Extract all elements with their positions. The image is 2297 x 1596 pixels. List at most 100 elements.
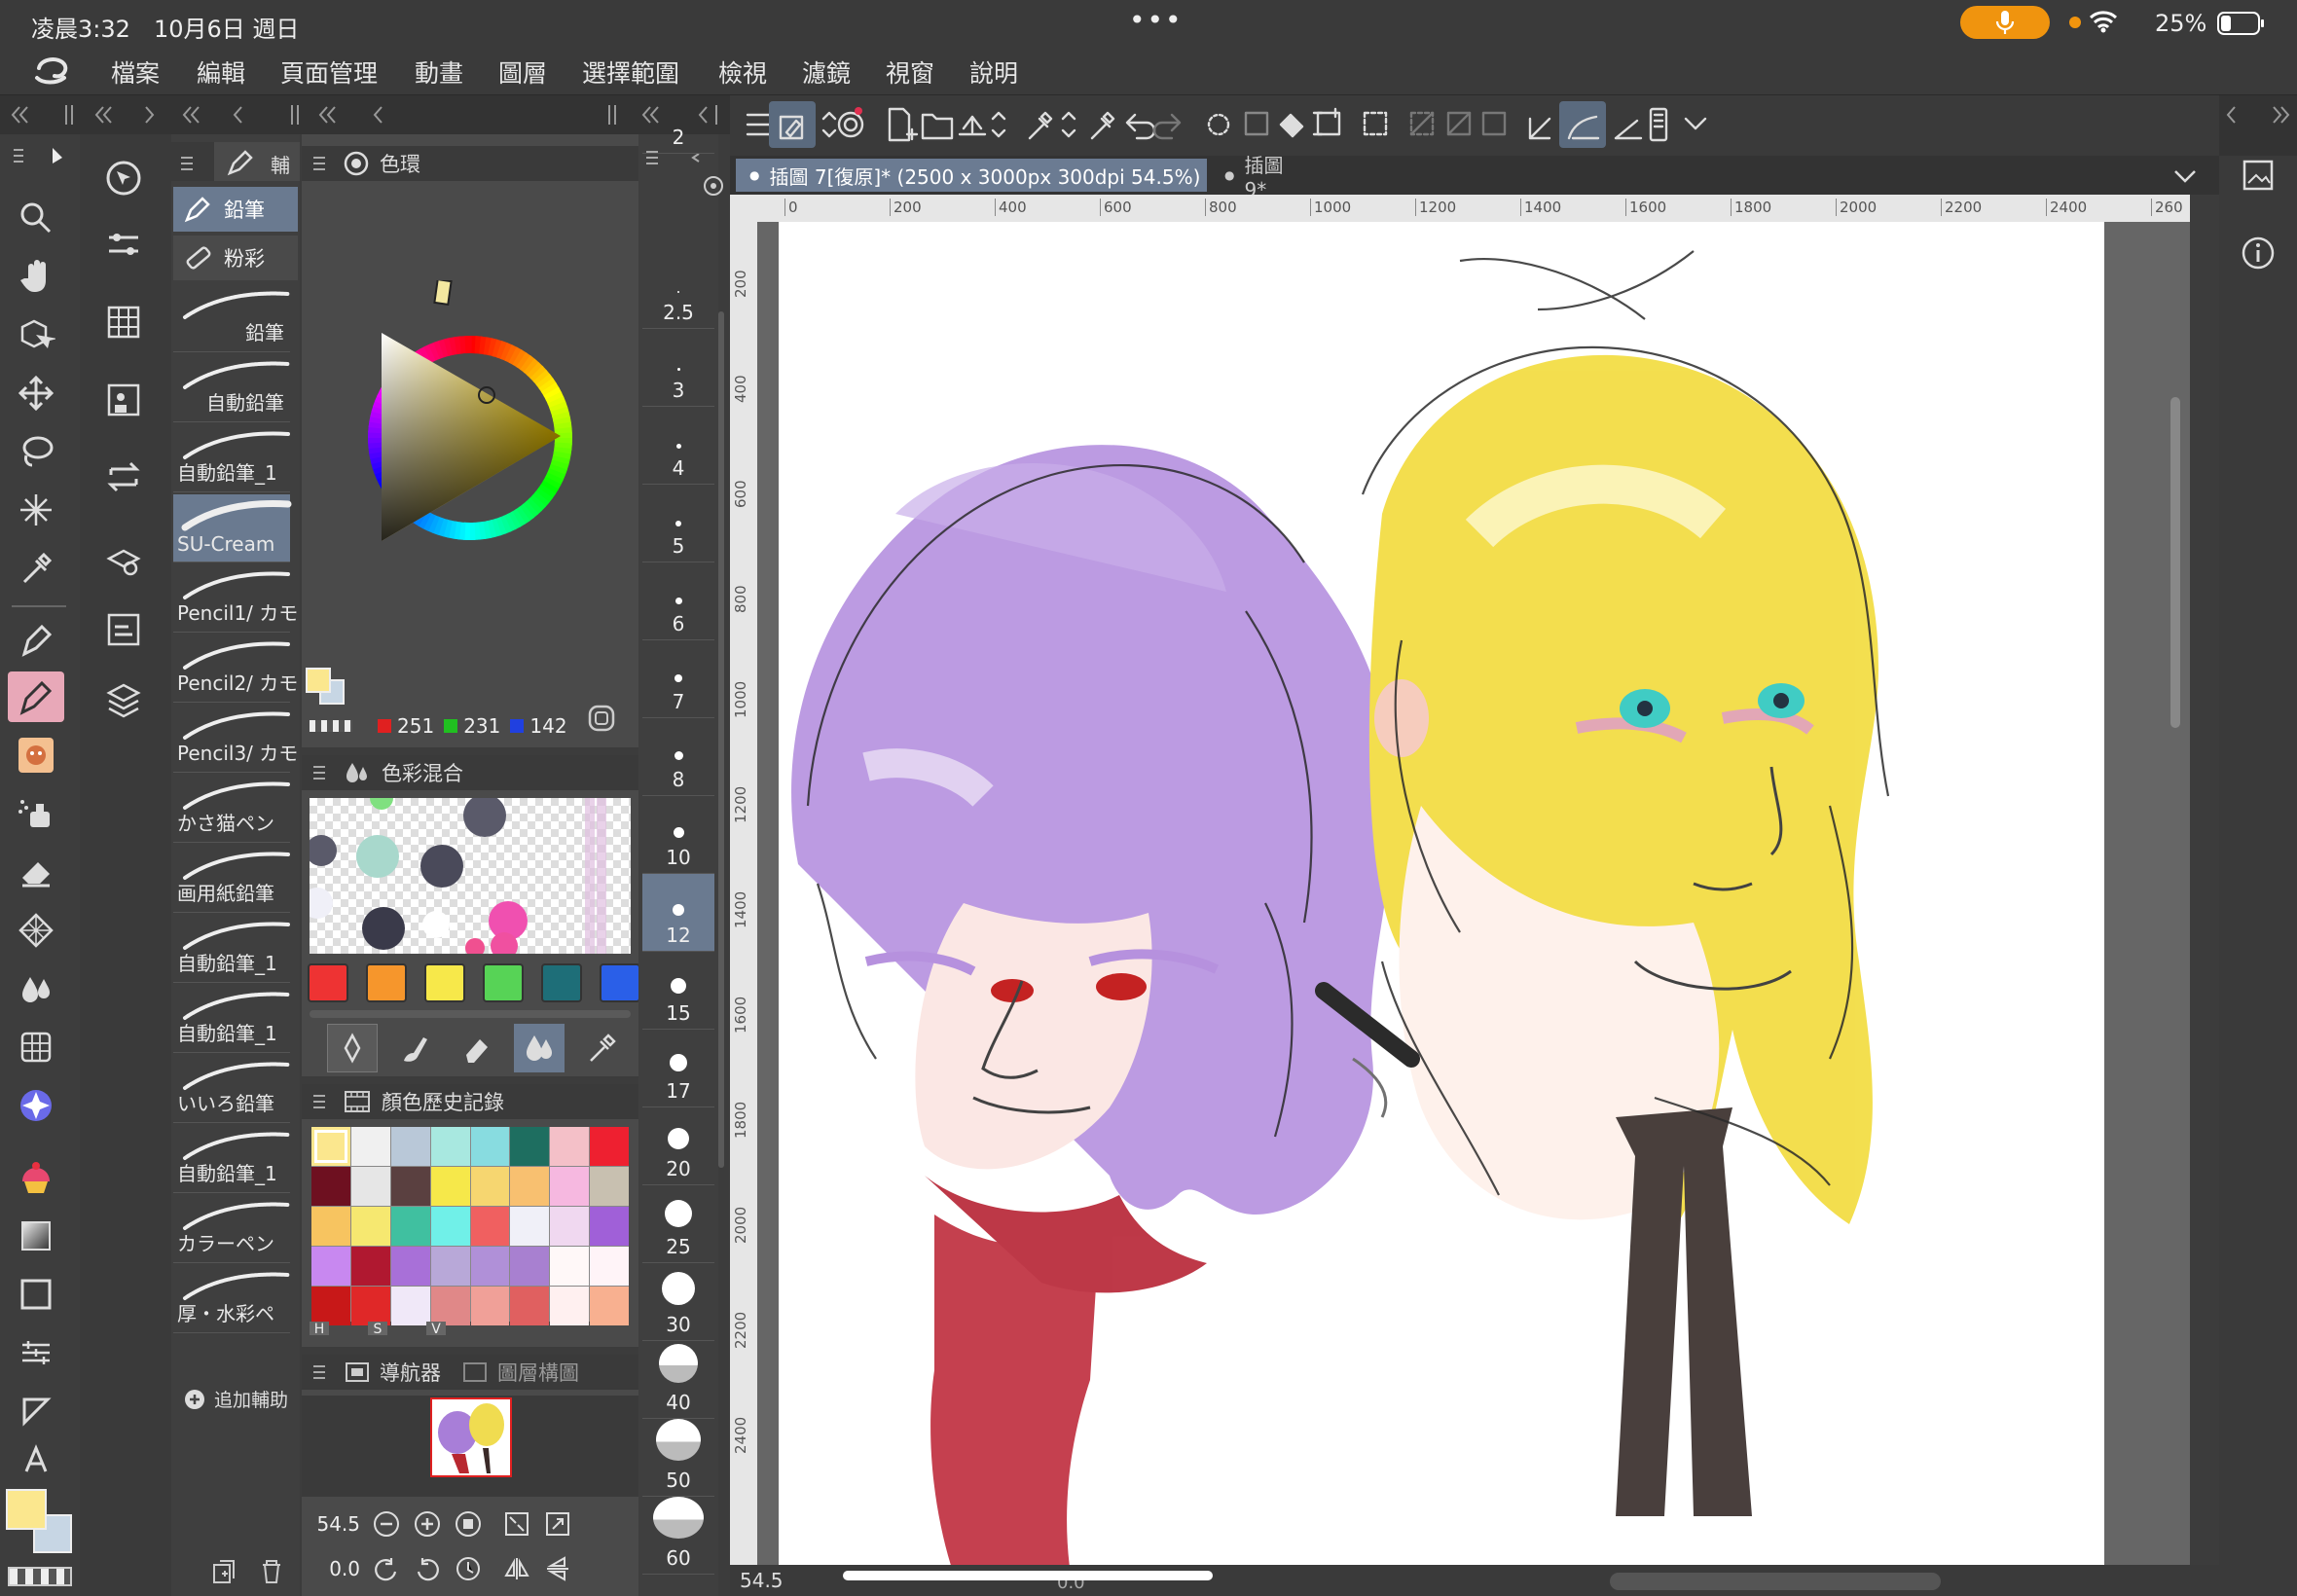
flip-vertical-icon[interactable] xyxy=(543,1554,572,1583)
subtool-item[interactable]: SU-Cream xyxy=(173,494,292,562)
document-tab-active[interactable]: ● 插圖 7[復原]* (2500 x 3000px 300dpi 54.5%) xyxy=(736,159,1207,192)
color-mode-icon[interactable] xyxy=(586,703,617,734)
zoom-tool[interactable] xyxy=(8,193,64,243)
chevron-down-icon[interactable] xyxy=(1684,117,1707,130)
fit-screen-icon[interactable] xyxy=(543,1509,572,1539)
shape-triangle-tool[interactable] xyxy=(8,1386,64,1436)
history-swatch[interactable] xyxy=(390,1247,430,1286)
selection-area-icon[interactable] xyxy=(1363,111,1388,136)
rotate-left-icon[interactable] xyxy=(372,1554,401,1583)
menu-view[interactable]: 檢視 xyxy=(718,54,767,90)
history-swatch[interactable] xyxy=(470,1167,510,1206)
brush-size-item[interactable]: 60 xyxy=(642,1497,714,1575)
menu-help[interactable]: 說明 xyxy=(969,54,1018,90)
status-zoom[interactable]: 54.5 xyxy=(740,1569,784,1592)
brush-size-item[interactable]: 8 xyxy=(642,718,714,796)
layers-icon[interactable] xyxy=(101,675,146,720)
subtool-item[interactable]: Pencil3/ カモ xyxy=(173,705,298,773)
brush-size-item[interactable]: 30 xyxy=(642,1263,714,1341)
mix-brush-tool[interactable] xyxy=(389,1024,440,1072)
canvas-horizontal-scrollbar[interactable] xyxy=(1610,1573,1941,1590)
history-swatch[interactable] xyxy=(430,1287,470,1325)
clear-outside-icon[interactable] xyxy=(1446,111,1472,136)
zoom-actual-icon[interactable] xyxy=(454,1509,483,1539)
drawing-canvas[interactable] xyxy=(779,222,2104,1565)
subtool-item[interactable]: 自動鉛筆 xyxy=(173,354,290,422)
gradient-tool[interactable] xyxy=(8,1211,64,1261)
subtool-item[interactable]: 厚・水彩ペ xyxy=(173,1265,290,1333)
color-mix-canvas[interactable] xyxy=(310,798,631,954)
brush-size-item[interactable]: 20 xyxy=(642,1107,714,1185)
brush-size-item[interactable]: 5 xyxy=(642,485,714,562)
navigator-zoom-value[interactable]: 54.5 xyxy=(310,1512,360,1536)
menu-edit[interactable]: 編輯 xyxy=(197,54,245,90)
brush-size-item[interactable]: 15 xyxy=(642,952,714,1030)
record-icon[interactable] xyxy=(837,111,864,138)
figure-tool[interactable] xyxy=(8,1022,64,1072)
brush-size-scrollbar-thumb[interactable] xyxy=(718,311,724,1168)
subtool-item[interactable]: 画用紙鉛筆 xyxy=(173,845,290,913)
image-panel-icon[interactable] xyxy=(2239,156,2278,195)
rotate-right-icon[interactable] xyxy=(413,1554,442,1583)
subtool-tab-pencil[interactable]: 鉛筆 xyxy=(173,187,298,232)
mix-palette-swatch[interactable] xyxy=(366,963,407,1002)
wheel-main-color[interactable] xyxy=(306,668,331,693)
save-updown-icon[interactable] xyxy=(991,111,1006,138)
hamburger-menu-icon[interactable] xyxy=(746,113,773,136)
history-swatch[interactable] xyxy=(390,1287,430,1325)
eyedropper-tool[interactable] xyxy=(8,543,64,594)
history-swatch[interactable] xyxy=(350,1167,390,1206)
snap-grid-icon[interactable] xyxy=(1614,119,1643,140)
history-swatch[interactable] xyxy=(311,1127,350,1166)
tabs-dropdown-icon[interactable] xyxy=(2172,167,2198,185)
history-swatch[interactable] xyxy=(510,1247,550,1286)
canvas-vertical-scrollbar[interactable] xyxy=(2170,397,2180,728)
history-swatch[interactable] xyxy=(430,1167,470,1206)
multitask-dots[interactable]: ••• xyxy=(1129,4,1184,36)
panel-menu-icon[interactable] xyxy=(311,154,331,173)
main-color-swatch[interactable] xyxy=(6,1489,47,1530)
redo-icon[interactable] xyxy=(1152,113,1182,140)
undo-icon[interactable] xyxy=(1125,113,1156,140)
history-swatch[interactable] xyxy=(510,1287,550,1325)
toggle-updown-icon[interactable] xyxy=(821,111,837,138)
select-all-icon[interactable] xyxy=(1207,113,1230,136)
mix-palette-swatch[interactable] xyxy=(424,963,465,1002)
subtool-item[interactable]: Pencil1/ カモ xyxy=(173,564,298,633)
brush-size-item[interactable]: 2 xyxy=(642,125,714,154)
history-swatch[interactable] xyxy=(350,1287,390,1325)
tool-property-icon[interactable] xyxy=(101,222,146,267)
zoom-in-icon[interactable] xyxy=(413,1509,442,1539)
history-swatch[interactable] xyxy=(350,1207,390,1246)
history-swatch[interactable] xyxy=(550,1287,590,1325)
subtool-item[interactable]: 自動鉛筆_1 xyxy=(173,915,290,983)
menu-layer[interactable]: 圖層 xyxy=(498,54,547,90)
device-settings-icon[interactable] xyxy=(1649,107,1668,142)
layer-property-icon[interactable] xyxy=(101,300,146,345)
collapse-arrows-icon[interactable] xyxy=(0,95,730,134)
subtool-item[interactable]: いいろ鉛筆 xyxy=(173,1055,290,1123)
cream-tool[interactable] xyxy=(8,1152,64,1203)
panel-menu-icon[interactable] xyxy=(311,1362,331,1382)
flip-horizontal-icon[interactable] xyxy=(502,1554,531,1583)
subtool-item[interactable]: 自動鉛筆_1 xyxy=(173,424,290,492)
history-swatch[interactable] xyxy=(390,1207,430,1246)
ruler-tool[interactable] xyxy=(8,1327,64,1378)
subtool-item[interactable]: 自動鉛筆_1 xyxy=(173,985,290,1053)
brush-size-item[interactable]: 25 xyxy=(642,1185,714,1263)
fit-window-icon[interactable] xyxy=(502,1509,531,1539)
mix-palette-swatch[interactable] xyxy=(600,963,640,1002)
mix-eyedropper-tool[interactable] xyxy=(576,1024,627,1072)
history-swatch[interactable] xyxy=(590,1167,629,1206)
brush-size-item[interactable]: 7 xyxy=(642,640,714,718)
info-icon[interactable] xyxy=(2239,234,2278,272)
move-tool[interactable] xyxy=(8,368,64,418)
menu-file[interactable]: 檔案 xyxy=(111,54,160,90)
blend-tool[interactable] xyxy=(8,963,64,1014)
blend-pattern-tool[interactable] xyxy=(8,905,64,956)
brush-size-item[interactable]: 2.5 xyxy=(642,251,714,329)
history-swatch[interactable] xyxy=(311,1287,350,1325)
auto-select-tool[interactable] xyxy=(8,485,64,535)
canvas-area[interactable] xyxy=(757,222,2190,1565)
history-swatch[interactable] xyxy=(510,1167,550,1206)
